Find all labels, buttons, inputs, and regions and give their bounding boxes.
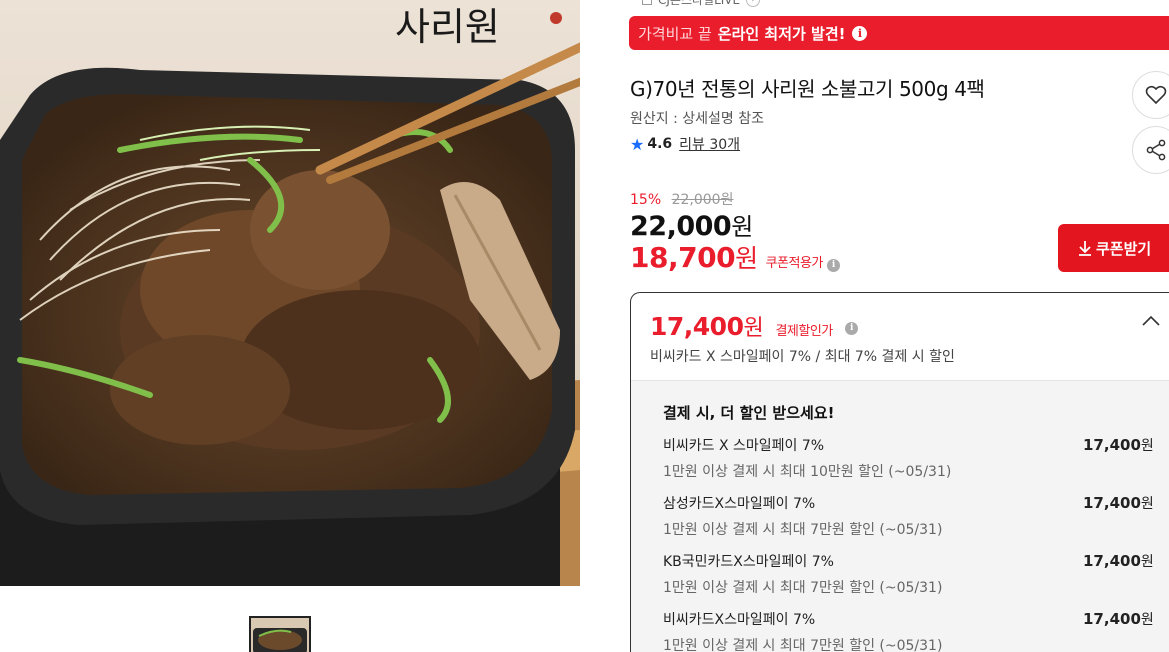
payment-offer: 비씨카드X스마일페이 7% 1만원 이상 결제 시 최대 7만원 할인 (~05… [663,609,1169,652]
offer-desc: 1만원 이상 결제 시 최대 7만원 할인 (~05/31) [663,522,943,538]
like-button[interactable] [1132,71,1169,119]
payment-discount-panel: 17,400원 결제할인가 i 비씨카드 X 스마일페이 7% / 최대 7% … [630,292,1169,652]
coupon-info-icon[interactable]: i [826,258,840,272]
banner-highlight: 온라인 최저가 발견! [717,24,846,43]
download-icon [1079,241,1091,256]
chevron-right-icon: › [746,0,761,7]
payment-summary: 비씨카드 X 스마일페이 7% / 최대 7% 결제 시 할인 [650,349,955,365]
rating-score: 4.6 [647,136,673,152]
banner-prefix: 가격비교 끝 [638,24,712,43]
discount-rate: 15% [630,192,662,208]
offer-amount-unit: 원 [1140,554,1154,570]
offer-desc: 1만원 이상 결제 시 최대 7만원 할인 (~05/31) [663,580,943,596]
store-icon [642,0,652,5]
star-icon: ★ [630,134,645,154]
product-origin: 원산지 : 상세설명 참조 [630,111,764,127]
bulgogi-photo: 사리원 [0,0,580,586]
offer-amount: 17,400원 [1083,435,1154,455]
coupon-price-label: 쿠폰적용가 [765,256,824,271]
brand-calligraphy: 사리원 [395,5,500,49]
offer-amount-unit: 원 [1140,612,1154,628]
get-coupon-button[interactable]: 쿠폰받기 [1058,224,1169,272]
offer-amount: 17,400원 [1083,493,1154,513]
payment-offer: 비씨카드 X 스마일페이 7% 1만원 이상 결제 시 최대 10만원 할인 (… [663,435,1169,493]
payment-price: 17,400원 결제할인가 i [650,310,858,342]
thumbnail-image [251,618,309,652]
offer-amount-unit: 원 [1140,438,1154,454]
offer-desc: 1만원 이상 결제 시 최대 7만원 할인 (~05/31) [663,638,943,652]
offer-amount: 17,400원 [1083,609,1154,629]
payment-offer: KB국민카드X스마일페이 7% 1만원 이상 결제 시 최대 7만원 할인 (~… [663,551,1169,609]
original-price: 22,000원 [671,192,734,208]
sale-price: 22,000원 [630,207,753,242]
review-link[interactable]: 리뷰 30개 [679,134,740,154]
offer-amount-unit: 원 [1140,496,1154,512]
payment-price-number: 17,400 [650,312,744,341]
offer-desc: 1만원 이상 결제 시 최대 10만원 할인 (~05/31) [663,464,952,480]
payment-offers: 결제 시, 더 할인 받으세요! 비씨카드 X 스마일페이 7% 1만원 이상 … [631,381,1169,652]
product-title: G)70년 전통의 사리원 소불고기 500g 4팩 [630,77,985,101]
store-name: CJ온스타일LIVE [658,0,741,7]
share-icon [1146,139,1166,161]
heart-icon [1145,85,1167,105]
share-button[interactable] [1132,126,1169,174]
offer-amount-number: 17,400 [1083,494,1141,512]
sale-price-number: 22,000 [630,211,732,242]
coupon-price-unit: 원 [735,244,758,273]
get-coupon-label: 쿠폰받기 [1096,239,1152,258]
lowest-price-banner[interactable]: 가격비교 끝 온라인 최저가 발견! i [629,16,1169,50]
offer-amount-number: 17,400 [1083,436,1141,454]
discount-row: 15% 22,000원 [630,189,733,209]
info-icon[interactable]: i [852,25,868,41]
product-main-image: 사리원 [0,0,580,586]
payment-offer: 삼성카드X스마일페이 7% 1만원 이상 결제 시 최대 7만원 할인 (~05… [663,493,1169,551]
coupon-price: 18,700 원 쿠폰적용가 i [630,239,840,275]
offer-amount-number: 17,400 [1083,610,1141,628]
store-link[interactable]: CJ온스타일LIVE › [642,0,761,8]
payment-price-label: 결제할인가 [775,324,833,339]
offer-amount: 17,400원 [1083,551,1154,571]
offer-amount-number: 17,400 [1083,552,1141,570]
payment-price-unit: 원 [743,316,764,341]
sale-price-unit: 원 [731,213,753,241]
payment-info-icon[interactable]: i [844,321,858,335]
coupon-price-number: 18,700 [630,241,736,274]
thumbnail-1[interactable] [249,616,311,652]
chevron-up-icon[interactable] [1142,315,1160,327]
product-rating: ★ 4.6 리뷰 30개 [630,134,740,154]
payment-discount-header[interactable]: 17,400원 결제할인가 i 비씨카드 X 스마일페이 7% / 최대 7% … [631,293,1169,381]
payment-offers-heading: 결제 시, 더 할인 받으세요! [663,404,835,422]
